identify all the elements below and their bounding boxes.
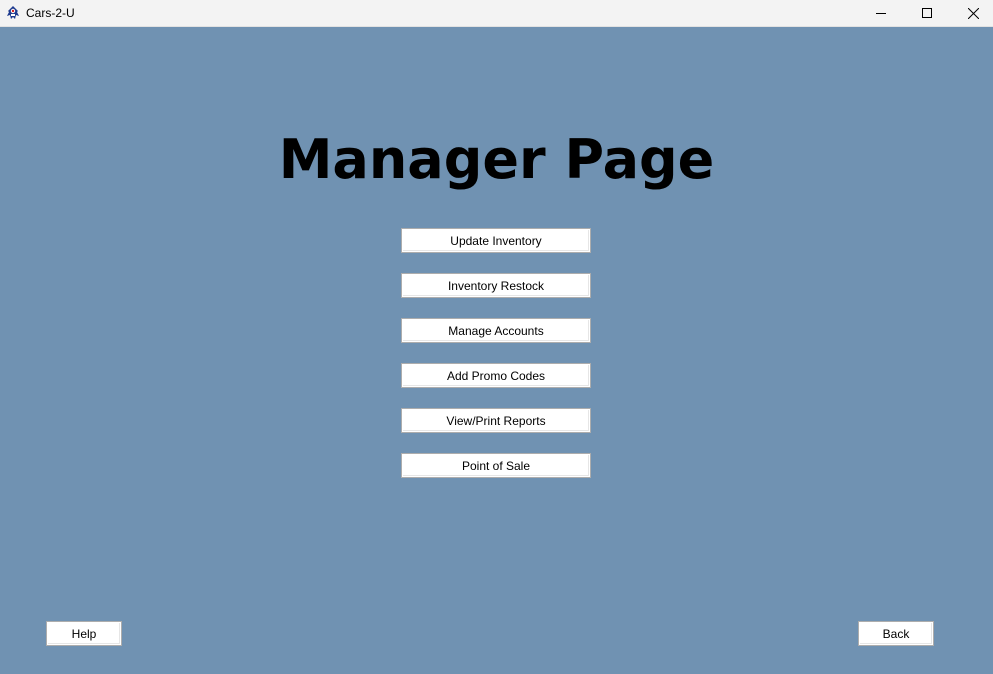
maximize-button[interactable]: [904, 0, 950, 26]
page-title: Manager Page: [278, 128, 715, 191]
minimize-icon: [876, 8, 886, 18]
manage-accounts-button[interactable]: Manage Accounts: [401, 318, 591, 343]
close-icon: [967, 7, 979, 19]
back-button[interactable]: Back: [858, 621, 934, 646]
point-of-sale-button[interactable]: Point of Sale: [401, 453, 591, 478]
help-button[interactable]: Help: [46, 621, 122, 646]
window-title: Cars-2-U: [26, 6, 75, 20]
add-promo-codes-button[interactable]: Add Promo Codes: [401, 363, 591, 388]
update-inventory-button[interactable]: Update Inventory: [401, 228, 591, 253]
title-bar[interactable]: Cars-2-U: [0, 0, 993, 27]
java-duke-icon: [5, 5, 21, 21]
maximize-icon: [922, 8, 932, 18]
app-window: Cars-2-U Manager Page Update Inventory I…: [0, 0, 993, 674]
view-print-reports-button[interactable]: View/Print Reports: [401, 408, 591, 433]
minimize-button[interactable]: [858, 0, 904, 26]
close-button[interactable]: [950, 0, 993, 26]
inventory-restock-button[interactable]: Inventory Restock: [401, 273, 591, 298]
